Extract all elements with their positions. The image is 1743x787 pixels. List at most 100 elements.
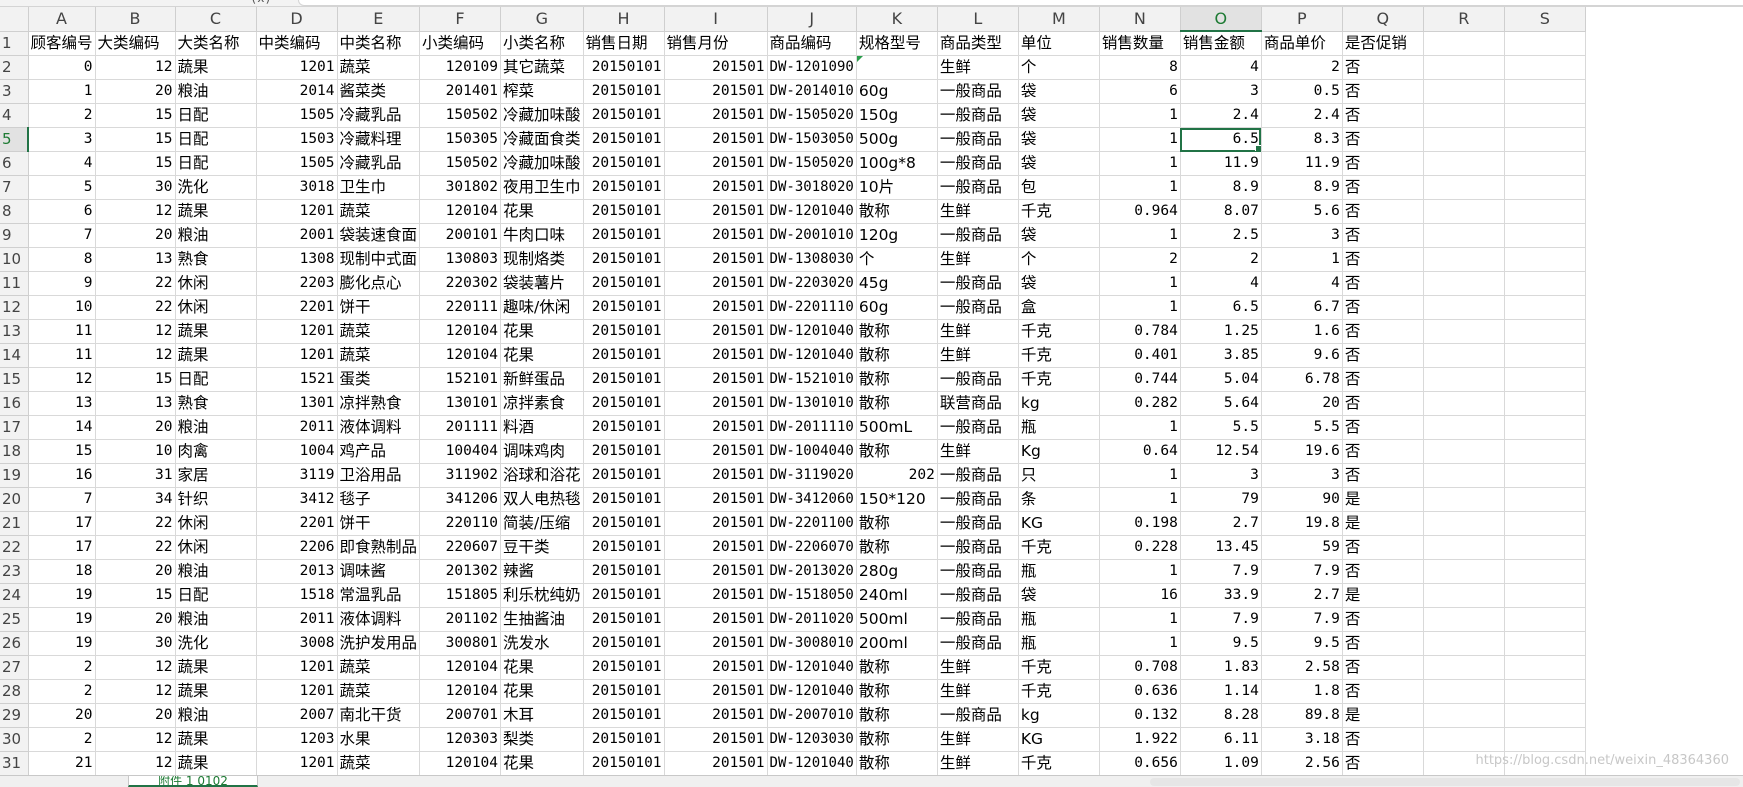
cell-m21[interactable]: KG [1018, 511, 1100, 536]
cell-m19[interactable]: 只 [1018, 463, 1100, 488]
cell-p13[interactable]: 1.6 [1261, 319, 1343, 344]
cell-b7[interactable]: 30 [95, 175, 176, 200]
cell-q20[interactable]: 是 [1342, 487, 1424, 512]
cell-i18[interactable]: 201501 [664, 439, 768, 464]
row-header[interactable]: 22 [0, 535, 29, 560]
cell-k26[interactable]: 200ml [856, 631, 938, 656]
cell-g27[interactable]: 花果 [500, 655, 584, 680]
cell-h7[interactable]: 20150101 [583, 175, 665, 200]
cell-l10[interactable]: 生鲜 [937, 247, 1019, 272]
column-header-s[interactable]: S [1504, 7, 1586, 32]
cell-e24[interactable]: 常温乳品 [337, 583, 421, 608]
cell-g11[interactable]: 袋装薯片 [500, 271, 584, 296]
cell-c28[interactable]: 蔬果 [175, 679, 257, 704]
cell-s28[interactable] [1504, 679, 1586, 704]
cell-g23[interactable]: 辣酱 [500, 559, 584, 584]
cell-p3[interactable]: 0.5 [1261, 79, 1343, 104]
cell-o17[interactable]: 5.5 [1180, 415, 1262, 440]
cell-s25[interactable] [1504, 607, 1586, 632]
cell-d24[interactable]: 1518 [256, 583, 338, 608]
cell-q30[interactable]: 否 [1342, 727, 1424, 752]
cell-q21[interactable]: 是 [1342, 511, 1424, 536]
cell-f13[interactable]: 120104 [419, 319, 502, 344]
cell-a23[interactable]: 18 [28, 559, 96, 584]
cell-q18[interactable]: 否 [1342, 439, 1424, 464]
cell-j12[interactable]: DW-2201110 [767, 295, 857, 320]
cell-f31[interactable]: 120104 [419, 751, 502, 776]
cell-m12[interactable]: 盒 [1018, 295, 1100, 320]
cell-c14[interactable]: 蔬果 [175, 343, 257, 368]
cell-s6[interactable] [1504, 151, 1586, 176]
cell-c12[interactable]: 休闲 [175, 295, 257, 320]
cell-o19[interactable]: 3 [1180, 463, 1262, 488]
cell-e20[interactable]: 毯子 [337, 487, 421, 512]
cell-r2[interactable] [1423, 55, 1505, 80]
cell-a2[interactable]: 0 [28, 55, 96, 80]
cell-j10[interactable]: DW-1308030 [767, 247, 857, 272]
worksheet-table[interactable]: ABCDEFGHIJKLMNOPQRS 1 顾客编号 大类编码 大类名称 中类编码 中类名… [0, 7, 1586, 776]
cell-a10[interactable]: 8 [28, 247, 96, 272]
cell-d4[interactable]: 1505 [256, 103, 338, 128]
cell-b27[interactable]: 12 [95, 655, 176, 680]
cell-p24[interactable]: 2.7 [1261, 583, 1343, 608]
cell-j16[interactable]: DW-1301010 [767, 391, 857, 416]
cell-n30[interactable]: 1.922 [1099, 727, 1181, 752]
cell-f10[interactable]: 130803 [419, 247, 502, 272]
cell-l11[interactable]: 一般商品 [937, 271, 1019, 296]
cell-j27[interactable]: DW-1201040 [767, 655, 857, 680]
row-header[interactable]: 12 [0, 295, 29, 320]
cell-d18[interactable]: 1004 [256, 439, 338, 464]
cell-f27[interactable]: 120104 [419, 655, 502, 680]
cell-k25[interactable]: 500ml [856, 607, 938, 632]
cell-n26[interactable]: 1 [1099, 631, 1181, 656]
cell-k12[interactable]: 60g [856, 295, 938, 320]
column-header-j[interactable]: J [767, 7, 857, 32]
cell-d1[interactable]: 中类编码 [256, 31, 338, 56]
cell-m9[interactable]: 袋 [1018, 223, 1100, 248]
cell-q10[interactable]: 否 [1342, 247, 1424, 272]
cell-c15[interactable]: 日配 [175, 367, 257, 392]
cell-m18[interactable]: Kg [1018, 439, 1100, 464]
cell-e8[interactable]: 蔬菜 [337, 199, 421, 224]
cell-q7[interactable]: 否 [1342, 175, 1424, 200]
row-header[interactable]: 19 [0, 463, 29, 488]
cell-o3[interactable]: 3 [1180, 79, 1262, 104]
cell-s9[interactable] [1504, 223, 1586, 248]
cell-f23[interactable]: 201302 [419, 559, 502, 584]
cell-k18[interactable]: 散称 [856, 439, 938, 464]
cell-s29[interactable] [1504, 703, 1586, 728]
cell-n14[interactable]: 0.401 [1099, 343, 1181, 368]
cell-i27[interactable]: 201501 [664, 655, 768, 680]
cell-m30[interactable]: KG [1018, 727, 1100, 752]
column-header-k[interactable]: K [856, 7, 938, 32]
cell-e23[interactable]: 调味酱 [337, 559, 421, 584]
cell-p26[interactable]: 9.5 [1261, 631, 1343, 656]
cell-c2[interactable]: 蔬果 [175, 55, 257, 80]
cell-n27[interactable]: 0.708 [1099, 655, 1181, 680]
cell-h29[interactable]: 20150101 [583, 703, 665, 728]
cell-o13[interactable]: 1.25 [1180, 319, 1262, 344]
cell-j22[interactable]: DW-2206070 [767, 535, 857, 560]
cell-n6[interactable]: 1 [1099, 151, 1181, 176]
cell-q5[interactable]: 否 [1342, 127, 1424, 152]
cell-l6[interactable]: 一般商品 [937, 151, 1019, 176]
cell-l28[interactable]: 生鲜 [937, 679, 1019, 704]
cell-n19[interactable]: 1 [1099, 463, 1181, 488]
cell-k16[interactable]: 散称 [856, 391, 938, 416]
cell-e6[interactable]: 冷藏乳品 [337, 151, 421, 176]
cell-r24[interactable] [1423, 583, 1505, 608]
cell-e3[interactable]: 酱菜类 [337, 79, 421, 104]
cell-p27[interactable]: 2.58 [1261, 655, 1343, 680]
cell-r16[interactable] [1423, 391, 1505, 416]
cell-a15[interactable]: 12 [28, 367, 96, 392]
cell-l29[interactable]: 一般商品 [937, 703, 1019, 728]
cell-g20[interactable]: 双人电热毯 [500, 487, 584, 512]
cell-s16[interactable] [1504, 391, 1586, 416]
column-header-g[interactable]: G [500, 7, 584, 32]
cell-a21[interactable]: 17 [28, 511, 96, 536]
cell-k8[interactable]: 散称 [856, 199, 938, 224]
spreadsheet-grid[interactable]: ABCDEFGHIJKLMNOPQRS 1 顾客编号 大类编码 大类名称 中类编码 中类名… [0, 7, 1743, 786]
column-header-f[interactable]: F [419, 7, 502, 32]
cell-b19[interactable]: 31 [95, 463, 176, 488]
cell-h12[interactable]: 20150101 [583, 295, 665, 320]
